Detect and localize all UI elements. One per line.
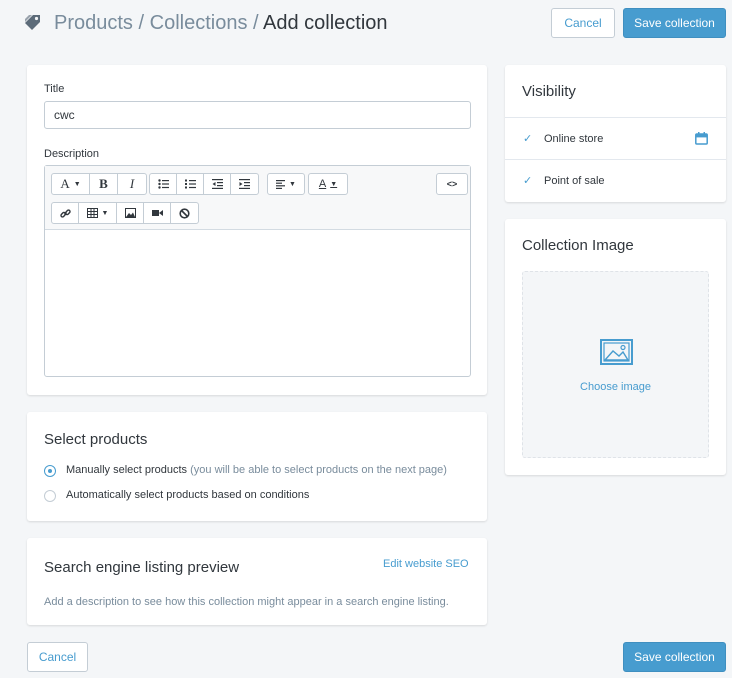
editor-toolbar: A ▼ B I ▼ A ▼ <> ▼ [45,166,470,230]
collection-details-card: Title cwc Description A ▼ B I ▼ A ▼ <> ▼ [27,65,487,395]
seo-preview-description: Add a description to see how this collec… [44,596,449,608]
text-format-group: A ▼ B I [51,173,147,195]
description-label: Description [44,148,100,160]
page-title: Add collection [263,12,388,34]
breadcrumb-separator: / [253,12,259,34]
page-header: Products / Collections / Add collection … [0,0,732,48]
italic-button[interactable]: I [118,174,146,194]
edit-website-seo-link[interactable]: Edit website SEO [383,558,469,570]
text-color-dropdown[interactable]: A ▼ [309,174,347,194]
chevron-down-icon: ▼ [73,180,81,188]
html-view-button[interactable]: <> [437,174,467,194]
description-editor: A ▼ B I ▼ A ▼ <> ▼ [44,165,471,377]
auto-select-label[interactable]: Automatically select products based on c… [66,489,309,501]
select-products-card: Select products Manually select products… [27,412,487,521]
seo-preview-card: Search engine listing preview Edit websi… [27,538,487,625]
collection-image-card: Collection Image Choose image [505,219,726,475]
breadcrumb-products[interactable]: Products [54,12,133,34]
table-icon [86,208,98,218]
save-collection-button[interactable]: Save collection [623,8,726,38]
image-icon[interactable] [117,203,144,223]
description-textarea[interactable] [45,230,470,376]
bullet-list-icon[interactable] [150,174,177,194]
chevron-down-icon: ▼ [330,180,338,188]
text-color-glyph: A [318,178,327,190]
alignment-group: ▼ [267,173,305,195]
footer-cancel-button[interactable]: Cancel [27,642,88,672]
link-icon[interactable] [52,203,79,223]
chevron-down-icon: ▼ [289,180,296,188]
choose-image-link[interactable]: Choose image [523,381,708,393]
insert-group: ▼ [51,202,199,224]
chevron-down-icon: ▼ [101,209,109,217]
clear-formatting-icon[interactable] [171,203,198,223]
numbered-list-icon[interactable] [177,174,204,194]
online-store-checkbox[interactable]: ✓ [523,132,532,145]
table-dropdown[interactable]: ▼ [79,203,117,223]
manual-select-hint: (you will be able to select products on … [190,464,447,476]
seo-preview-title: Search engine listing preview [44,559,240,576]
html-group: <> [436,173,468,195]
collection-image-title: Collection Image [522,237,634,254]
manual-select-text: Manually select products [66,464,188,476]
visibility-title: Visibility [522,83,576,100]
channel-point-of-sale: ✓ Point of sale [505,159,726,202]
image-dropzone[interactable]: Choose image [522,271,709,458]
manual-select-label[interactable]: Manually select products (you will be ab… [66,464,447,476]
manual-select-radio[interactable] [44,465,56,477]
breadcrumb-collections[interactable]: Collections [150,12,248,34]
title-input[interactable]: cwc [44,101,471,129]
tag-icon [25,15,40,30]
align-left-icon [276,179,286,189]
point-of-sale-checkbox[interactable]: ✓ [523,174,532,187]
visibility-card: Visibility ✓ Online store ✓ Point of sal… [505,65,726,202]
breadcrumb-separator: / [138,12,145,34]
title-label: Title [44,83,65,95]
footer-save-collection-button[interactable]: Save collection [623,642,726,672]
breadcrumb: Products / Collections / Add collection [54,10,388,36]
cancel-button[interactable]: Cancel [551,8,615,38]
channel-online-store: ✓ Online store [505,117,726,159]
select-products-title: Select products [44,431,148,448]
image-placeholder-icon [600,339,633,365]
calendar-icon[interactable] [695,132,708,145]
point-of-sale-label: Point of sale [544,175,605,187]
video-icon[interactable] [144,203,171,223]
font-style-dropdown[interactable]: A ▼ [52,174,90,194]
bold-button[interactable]: B [90,174,118,194]
font-style-glyph: A [60,176,70,191]
list-indent-group [149,173,259,195]
indent-icon[interactable] [231,174,258,194]
align-dropdown[interactable]: ▼ [268,174,304,194]
online-store-label: Online store [544,133,604,145]
auto-select-radio[interactable] [44,490,56,502]
text-color-group: A ▼ [308,173,348,195]
outdent-icon[interactable] [204,174,231,194]
